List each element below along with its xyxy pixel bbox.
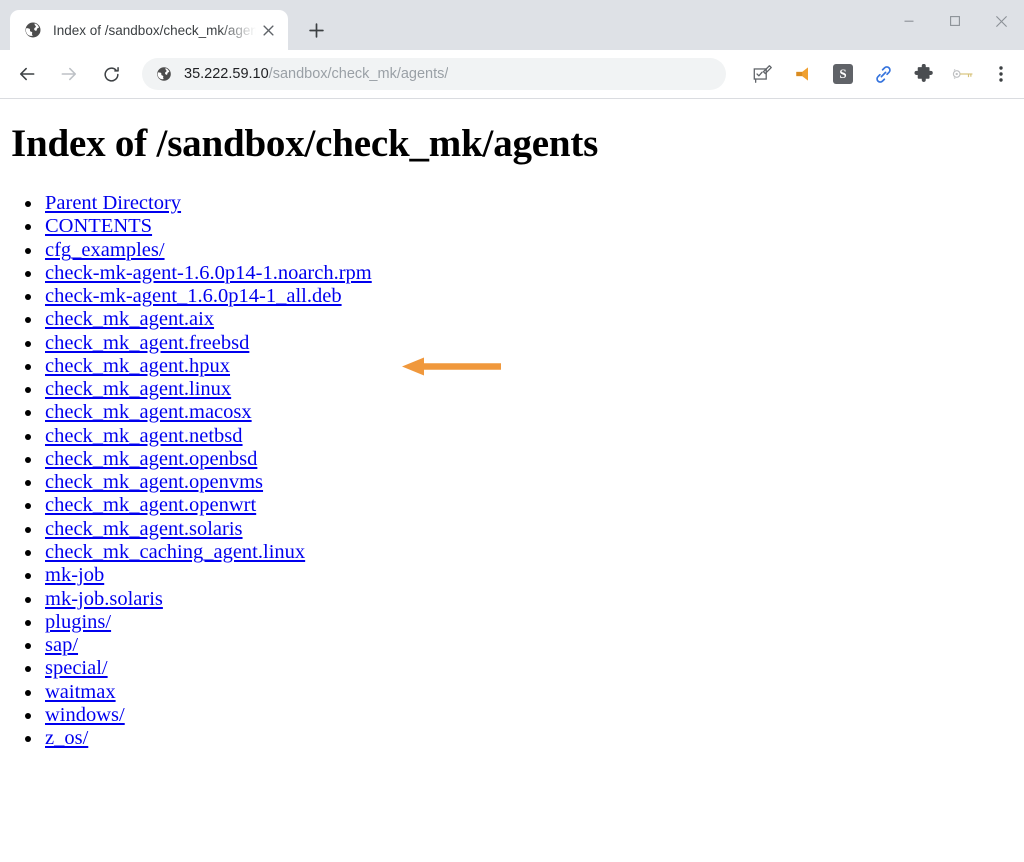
address-bar[interactable]: 35.222.59.10/sandbox/check_mk/agents/ [142, 58, 726, 90]
directory-link[interactable]: check_mk_agent.openvms [45, 471, 263, 493]
reload-button[interactable] [94, 57, 128, 91]
puzzle-piece-icon[interactable] [908, 59, 938, 89]
globe-icon [24, 21, 42, 39]
list-item: Parent Directory [43, 192, 1024, 215]
list-item: check_mk_caching_agent.linux [43, 541, 1024, 564]
tab-title: Index of /sandbox/check_mk/agents [53, 22, 256, 38]
minimize-button[interactable] [886, 0, 932, 42]
directory-link[interactable]: check_mk_agent.openwrt [45, 494, 256, 516]
directory-link[interactable]: check_mk_agent.openbsd [45, 448, 257, 470]
directory-link[interactable]: check_mk_agent.macosx [45, 401, 252, 423]
list-item: waitmax [43, 681, 1024, 704]
directory-link[interactable]: waitmax [45, 681, 116, 703]
back-button[interactable] [10, 57, 44, 91]
directory-link[interactable]: plugins/ [45, 611, 111, 633]
list-item: cfg_examples/ [43, 239, 1024, 262]
arrow-right-icon [61, 67, 77, 81]
s-badge-label: S [833, 64, 853, 84]
tab-strip: Index of /sandbox/check_mk/agents [0, 0, 1024, 50]
list-item: z_os/ [43, 727, 1024, 750]
directory-link[interactable]: cfg_examples/ [45, 239, 165, 261]
list-item: check_mk_agent.macosx [43, 401, 1024, 424]
plus-icon [308, 22, 324, 38]
forward-button[interactable] [52, 57, 86, 91]
maximize-icon [950, 16, 960, 26]
list-item: check-mk-agent-1.6.0p14-1.noarch.rpm [43, 262, 1024, 285]
list-item: check-mk-agent_1.6.0p14-1_all.deb [43, 285, 1024, 308]
link-chain-icon[interactable] [868, 59, 898, 89]
directory-link[interactable]: windows/ [45, 704, 125, 726]
directory-link-rpm[interactable]: check-mk-agent-1.6.0p14-1.noarch.rpm [45, 262, 372, 284]
browser-menu-button[interactable] [988, 59, 1014, 89]
minimize-icon [904, 20, 914, 22]
globe-icon[interactable] [156, 66, 172, 82]
list-item: check_mk_agent.hpux [43, 355, 1024, 378]
megaphone-icon[interactable] [788, 59, 818, 89]
list-item: check_mk_agent.openvms [43, 471, 1024, 494]
list-item: check_mk_agent.netbsd [43, 425, 1024, 448]
directory-link[interactable]: check-mk-agent_1.6.0p14-1_all.deb [45, 285, 342, 307]
list-item: check_mk_agent.aix [43, 308, 1024, 331]
kebab-menu-icon [999, 66, 1003, 82]
list-item: check_mk_agent.freebsd [43, 332, 1024, 355]
window-controls [886, 0, 1024, 42]
list-item: check_mk_agent.openwrt [43, 494, 1024, 517]
close-tab-icon[interactable] [256, 18, 280, 42]
list-item: sap/ [43, 634, 1024, 657]
list-item: CONTENTS [43, 215, 1024, 238]
directory-link[interactable]: sap/ [45, 634, 78, 656]
reload-icon [103, 66, 119, 82]
arrow-left-icon [19, 67, 35, 81]
list-item: check_mk_agent.solaris [43, 518, 1024, 541]
list-item: windows/ [43, 704, 1024, 727]
list-item: check_mk_agent.linux [43, 378, 1024, 401]
directory-link[interactable]: check_mk_agent.solaris [45, 518, 243, 540]
directory-link[interactable]: check_mk_agent.linux [45, 378, 231, 400]
s-badge-icon[interactable]: S [828, 59, 858, 89]
directory-link[interactable]: check_mk_agent.aix [45, 308, 214, 330]
list-item: mk-job.solaris [43, 588, 1024, 611]
url-text: 35.222.59.10/sandbox/check_mk/agents/ [184, 66, 448, 82]
close-icon [995, 15, 1007, 27]
browser-window: Index of /sandbox/check_mk/agents 35.222… [0, 0, 1024, 862]
directory-link[interactable]: check_mk_caching_agent.linux [45, 541, 305, 563]
new-tab-button[interactable] [299, 13, 333, 47]
directory-link[interactable]: mk-job.solaris [45, 588, 163, 610]
directory-listing: Parent Directory CONTENTS cfg_examples/ … [0, 192, 1024, 750]
maximize-button[interactable] [932, 0, 978, 42]
list-item: special/ [43, 657, 1024, 680]
list-item: mk-job [43, 564, 1024, 587]
edit-note-icon[interactable] [748, 59, 778, 89]
key-icon[interactable] [948, 59, 978, 89]
directory-link[interactable]: check_mk_agent.netbsd [45, 425, 243, 447]
extension-icons: S [743, 59, 1016, 89]
directory-link[interactable]: z_os/ [45, 727, 88, 749]
directory-link[interactable]: check_mk_agent.freebsd [45, 332, 249, 354]
close-window-button[interactable] [978, 0, 1024, 42]
directory-link[interactable]: special/ [45, 657, 108, 679]
directory-link[interactable]: CONTENTS [45, 215, 152, 237]
browser-toolbar: 35.222.59.10/sandbox/check_mk/agents/ S [0, 50, 1024, 98]
page-title: Index of /sandbox/check_mk/agents [11, 122, 599, 165]
directory-link[interactable]: Parent Directory [45, 192, 181, 214]
directory-link[interactable]: mk-job [45, 564, 104, 586]
browser-tab[interactable]: Index of /sandbox/check_mk/agents [10, 10, 288, 50]
page-content: Index of /sandbox/check_mk/agents Parent… [0, 99, 1024, 861]
list-item: check_mk_agent.openbsd [43, 448, 1024, 471]
url-path: /sandbox/check_mk/agents/ [268, 66, 449, 82]
directory-link[interactable]: check_mk_agent.hpux [45, 355, 230, 377]
url-host: 35.222.59.10 [184, 66, 269, 82]
list-item: plugins/ [43, 611, 1024, 634]
